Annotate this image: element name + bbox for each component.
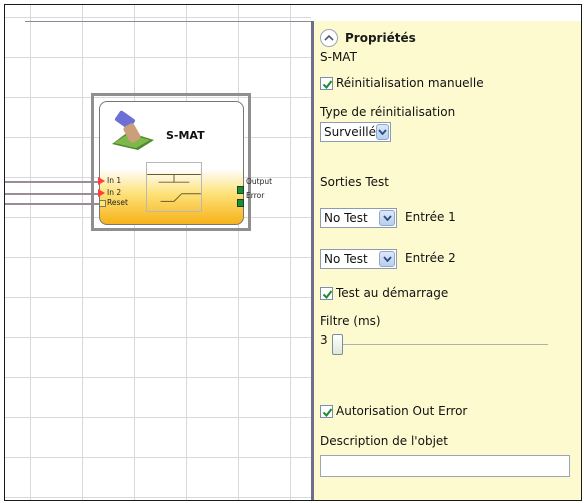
manual-reset-label: Réinitialisation manuelle bbox=[336, 76, 484, 90]
in1-label: In 1 bbox=[107, 176, 122, 185]
collapse-button[interactable] bbox=[320, 29, 338, 47]
chevron-up-icon bbox=[324, 34, 334, 41]
description-input[interactable] bbox=[320, 455, 570, 477]
wire-in2[interactable] bbox=[5, 193, 101, 195]
safety-mat-icon bbox=[112, 110, 154, 150]
test-output-2-label: Entrée 2 bbox=[405, 251, 456, 265]
reset-pin[interactable] bbox=[99, 200, 106, 207]
wire-in1[interactable] bbox=[5, 181, 101, 183]
startup-test-label: Test au démarrage bbox=[336, 286, 449, 300]
error-pin[interactable] bbox=[237, 199, 244, 207]
chevron-down-icon[interactable] bbox=[376, 124, 389, 140]
output-pin[interactable] bbox=[237, 186, 244, 194]
error-label: Error bbox=[246, 191, 265, 200]
in2-pin[interactable] bbox=[98, 189, 105, 197]
filter-value: 3 bbox=[320, 333, 328, 347]
properties-panel: Propriétés S-MAT Réinitialisation manuel… bbox=[314, 21, 581, 500]
filter-slider-thumb[interactable] bbox=[332, 334, 343, 355]
test-outputs-label: Sorties Test bbox=[320, 175, 390, 189]
filter-slider-track[interactable] bbox=[332, 344, 548, 345]
contact-symbol bbox=[146, 162, 202, 212]
manual-reset-checkbox[interactable] bbox=[320, 77, 333, 90]
canvas-top-border bbox=[25, 21, 311, 22]
test-output-1-select[interactable]: No Test bbox=[320, 208, 397, 228]
out-error-label: Autorisation Out Error bbox=[336, 404, 468, 418]
startup-test-checkbox[interactable] bbox=[320, 287, 333, 300]
wire-reset[interactable] bbox=[5, 203, 101, 205]
panel-title: Propriétés bbox=[345, 31, 416, 45]
reset-label: Reset bbox=[107, 198, 128, 207]
test-output-1-value: No Test bbox=[324, 211, 368, 225]
test-output-1-label: Entrée 1 bbox=[405, 210, 456, 224]
window-frame: S-MAT In 1 In 2 Reset Output Error Propr… bbox=[4, 4, 582, 501]
description-label: Description de l'objet bbox=[320, 434, 448, 448]
checkmark-icon bbox=[322, 290, 333, 300]
checkmark-icon bbox=[322, 80, 333, 90]
chevron-down-icon[interactable] bbox=[379, 210, 395, 226]
filter-label: Filtre (ms) bbox=[320, 314, 381, 328]
out-error-checkbox[interactable] bbox=[320, 405, 333, 418]
test-output-2-value: No Test bbox=[324, 252, 368, 266]
block-title: S-MAT bbox=[166, 129, 205, 142]
chevron-down-icon[interactable] bbox=[379, 251, 395, 267]
diagram-canvas[interactable]: S-MAT In 1 In 2 Reset Output Error bbox=[5, 5, 311, 500]
test-output-2-select[interactable]: No Test bbox=[320, 249, 397, 269]
checkmark-icon bbox=[322, 408, 333, 418]
in1-pin[interactable] bbox=[98, 177, 105, 185]
reset-type-value: Surveillé bbox=[324, 125, 377, 139]
object-name: S-MAT bbox=[320, 50, 357, 64]
s-mat-block[interactable]: S-MAT In 1 In 2 Reset Output Error bbox=[91, 93, 272, 231]
reset-type-select[interactable]: Surveillé bbox=[320, 122, 391, 142]
output-label: Output bbox=[246, 177, 273, 186]
in2-label: In 2 bbox=[107, 188, 122, 197]
reset-type-label: Type de réinitialisation bbox=[320, 105, 456, 119]
